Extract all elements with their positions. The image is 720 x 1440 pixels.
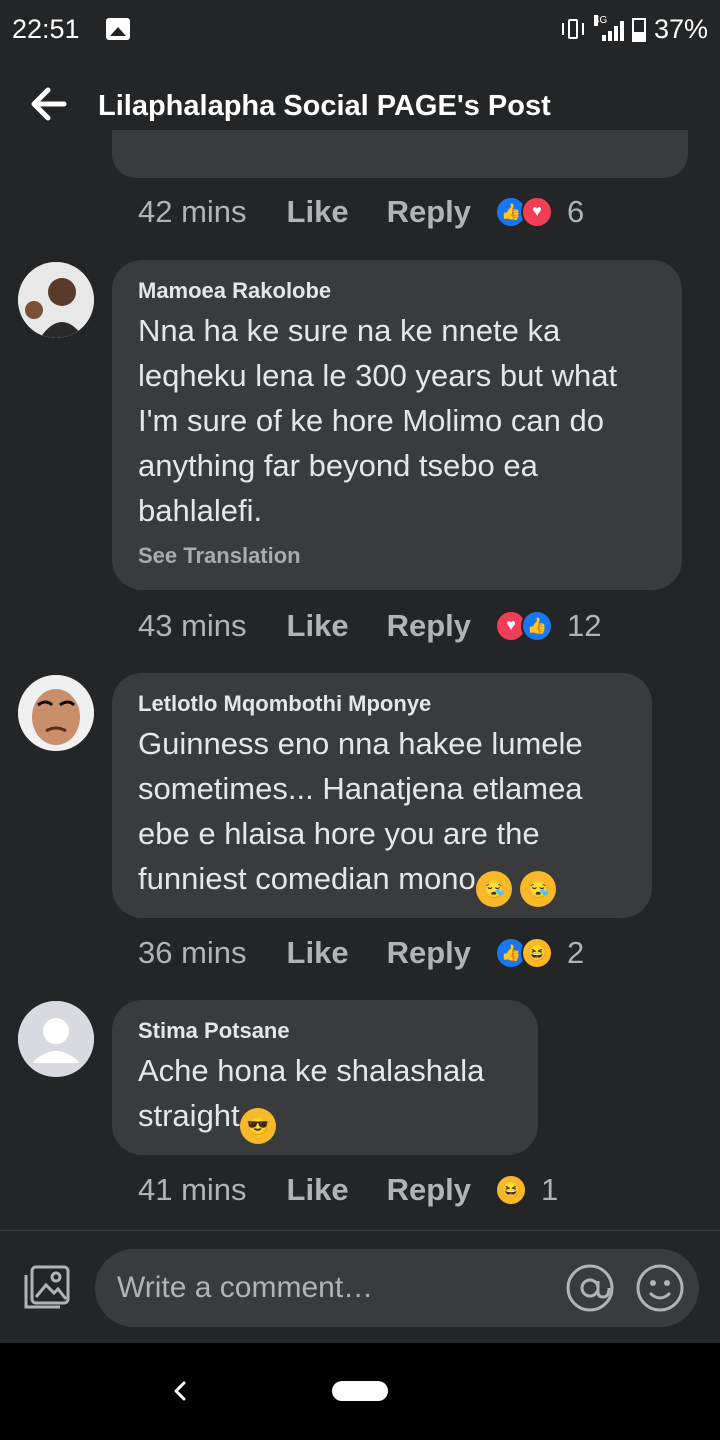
comment-text-line: bahlalefi. — [138, 493, 263, 528]
network-type: 4G — [593, 14, 608, 26]
comment-author[interactable]: Mamoea Rakolobe — [138, 278, 656, 304]
comment-composer: Write a comment… — [0, 1231, 720, 1343]
comment-text-line: ebe e hlaisa hore you are the — [138, 816, 540, 851]
battery-percent: 37% — [653, 14, 708, 44]
like-reaction-icon: 👍 — [521, 610, 553, 642]
like-button[interactable]: Like — [287, 935, 349, 971]
comment-time: 42 mins — [138, 194, 247, 229]
comment-text-line: straight — [138, 1098, 240, 1133]
comment-bubble[interactable]: Stima Potsane Ache hona ke shalashala st… — [112, 1000, 538, 1155]
system-nav-bar — [0, 1343, 720, 1440]
comment-text: Nna ha ke sure na ke nnete ka leqheku le… — [138, 308, 656, 533]
comment-input-placeholder: Write a comment… — [117, 1271, 374, 1304]
default-avatar-icon — [18, 1001, 94, 1077]
vibrate-icon — [560, 18, 586, 42]
haha-reaction-icon: 😆 — [495, 1174, 527, 1206]
comment-meta: 43 mins Like Reply ♥ 👍 12 — [138, 608, 601, 644]
image-notification-icon — [106, 18, 130, 40]
avatar[interactable] — [18, 1001, 94, 1077]
reaction-count: 12 — [567, 608, 602, 643]
sleepy-face-emoji-icon: 😪 — [475, 871, 512, 907]
reaction-count: 2 — [567, 935, 585, 970]
comment-bubble — [112, 130, 688, 178]
page-title: Lilaphalapha Social PAGE's Post — [98, 90, 551, 122]
reaction-count: 6 — [567, 194, 585, 229]
comment-text: Guinness eno nna hakee lumele sometimes.… — [138, 721, 626, 907]
comment-author[interactable]: Stima Potsane — [138, 1018, 512, 1044]
comment-time: 41 mins — [138, 1172, 247, 1207]
status-indicators: 4G 37% — [560, 14, 708, 45]
comment-text-line: leqheku lena le 300 years but what — [138, 358, 618, 393]
comment-text-line: I'm sure of ke hore Molimo can do — [138, 403, 604, 438]
avatar[interactable] — [18, 675, 94, 751]
sleepy-face-emoji-icon: 😪 — [520, 871, 557, 907]
comment-text-line: Ache hona ke shalashala — [138, 1053, 485, 1088]
status-time: 22:51 — [12, 14, 80, 44]
reply-button[interactable]: Reply — [387, 608, 471, 644]
see-translation-link[interactable]: See Translation — [138, 543, 656, 569]
chevron-left-icon[interactable] — [168, 1375, 192, 1407]
comment-text: Ache hona ke shalashala straight 😎 — [138, 1048, 512, 1144]
haha-reaction-icon: 😆 — [521, 937, 553, 969]
photo-icon[interactable] — [22, 1265, 72, 1311]
reactions[interactable]: 👍 ♥ 6 — [495, 194, 584, 230]
like-button[interactable]: Like — [287, 194, 349, 230]
comment-meta: 36 mins Like Reply 👍 😆 2 — [138, 935, 584, 971]
like-button[interactable]: Like — [287, 608, 349, 644]
comment-input[interactable]: Write a comment… — [95, 1249, 699, 1327]
reply-button[interactable]: Reply — [387, 935, 471, 971]
comment-time: 43 mins — [138, 608, 247, 643]
comment-text-line: Nna ha ke sure na ke nnete ka — [138, 313, 561, 348]
reactions[interactable]: ♥ 👍 12 — [495, 608, 601, 644]
reactions[interactable]: 👍 😆 2 — [495, 935, 584, 971]
signal-icon: 4G — [593, 14, 624, 41]
reaction-count: 1 — [541, 1172, 559, 1207]
at-icon[interactable] — [565, 1263, 615, 1313]
home-pill-button[interactable] — [332, 1381, 388, 1401]
like-button[interactable]: Like — [287, 1172, 349, 1208]
arrow-left-icon[interactable] — [28, 84, 68, 124]
comment-meta: 41 mins Like Reply 😆 1 — [138, 1172, 558, 1208]
comment-text-line-with-emoji: straight 😎 — [138, 1093, 512, 1144]
comment-bubble[interactable]: Mamoea Rakolobe Nna ha ke sure na ke nne… — [112, 260, 682, 590]
reply-button[interactable]: Reply — [387, 1172, 471, 1208]
status-bar: 22:51 4G 37% — [0, 0, 720, 60]
comment-bubble[interactable]: Letlotlo Mqombothi Mponye Guinness eno n… — [112, 673, 652, 918]
comment-author[interactable]: Letlotlo Mqombothi Mponye — [138, 691, 626, 717]
comment-time: 36 mins — [138, 935, 247, 970]
love-reaction-icon: ♥ — [521, 196, 553, 228]
sunglasses-emoji-icon: 😎 — [239, 1108, 276, 1144]
comment-meta: 42 mins Like Reply 👍 ♥ 6 — [138, 194, 584, 230]
comment-text-line: anything far beyond tsebo ea — [138, 448, 538, 483]
avatar[interactable] — [18, 262, 94, 338]
comment-text-line: funniest comedian mono — [138, 861, 476, 896]
comment-text-line: Guinness eno nna hakee lumele — [138, 726, 583, 761]
comment-text-line: sometimes... Hanatjena etlamea — [138, 771, 583, 806]
battery-icon — [631, 17, 646, 42]
comment-text-line-with-emoji: funniest comedian mono 😪 😪 — [138, 856, 626, 907]
reactions[interactable]: 😆 1 — [495, 1172, 558, 1208]
smile-icon[interactable] — [635, 1263, 685, 1313]
reply-button[interactable]: Reply — [387, 194, 471, 230]
